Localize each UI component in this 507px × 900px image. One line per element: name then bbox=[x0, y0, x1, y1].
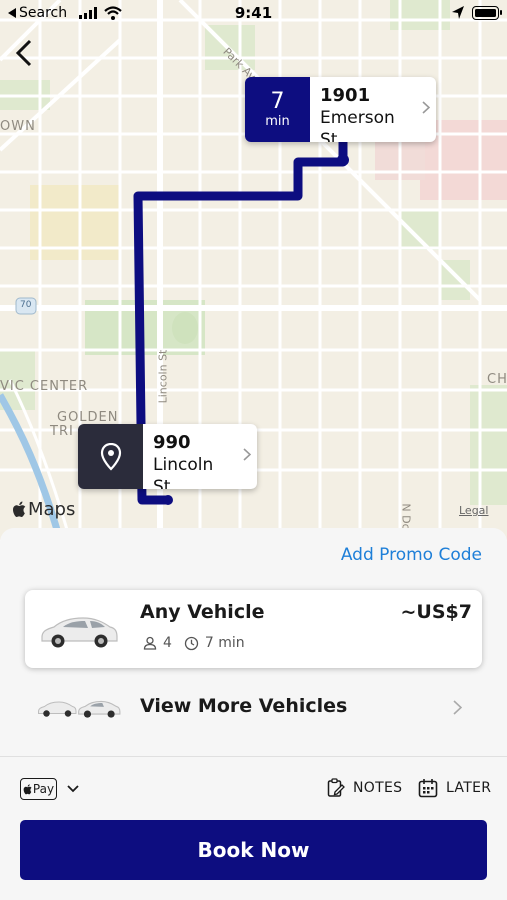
view-more-vehicles-label: View More Vehicles bbox=[140, 695, 348, 717]
eta-unit: min bbox=[265, 113, 290, 129]
notes-icon bbox=[327, 778, 345, 797]
apple-logo-icon bbox=[23, 783, 32, 794]
legal-link[interactable]: Legal bbox=[459, 504, 488, 517]
apple-pay-label: Pay bbox=[32, 782, 55, 796]
battery-icon bbox=[472, 6, 502, 20]
vehicle-price: ~US$7 bbox=[400, 601, 472, 623]
schedule-later-button[interactable]: LATER bbox=[418, 778, 491, 798]
map-label-civic-center: VIC CENTER bbox=[0, 379, 89, 394]
route-shield: 70 bbox=[20, 300, 32, 310]
map-pin-icon bbox=[100, 442, 121, 471]
multiple-cars-icon bbox=[38, 700, 121, 718]
origin-street: Lincoln St bbox=[153, 455, 214, 489]
destination-number: 1901 bbox=[320, 85, 371, 106]
vehicle-option-card[interactable]: Any Vehicle ~US$7 4 7 min bbox=[25, 590, 482, 668]
chevron-right-icon bbox=[243, 448, 251, 461]
later-label: LATER bbox=[446, 780, 492, 796]
person-icon bbox=[143, 636, 157, 650]
map-street-lincoln-st: Lincoln St bbox=[156, 349, 170, 404]
apple-pay-badge: Pay bbox=[20, 778, 57, 800]
view-more-vehicles-row[interactable]: View More Vehicles bbox=[25, 680, 482, 736]
status-time: 9:41 bbox=[234, 4, 273, 22]
back-arrow-icon[interactable] bbox=[12, 36, 38, 70]
status-bar: Search 9:41 bbox=[0, 0, 507, 28]
chevron-right-icon bbox=[422, 101, 430, 114]
destination-callout[interactable]: 7 min 1901 Emerson St bbox=[245, 77, 436, 142]
sheet-divider bbox=[0, 756, 507, 757]
notes-button[interactable]: NOTES bbox=[327, 778, 402, 798]
notes-label: NOTES bbox=[353, 780, 403, 796]
vehicle-seats: 4 bbox=[163, 635, 172, 651]
origin-number: 990 bbox=[153, 432, 191, 453]
vehicle-eta: 7 min bbox=[204, 635, 245, 651]
origin-callout[interactable]: 990 Lincoln St bbox=[78, 424, 257, 489]
eta-value: 7 bbox=[270, 88, 285, 114]
book-now-button[interactable]: Book Now bbox=[20, 820, 487, 880]
location-arrow-icon bbox=[452, 6, 464, 19]
chevron-down-icon bbox=[67, 785, 79, 793]
ride-options-sheet: Add Promo Code Any Vehicle ~US$7 4 7 min bbox=[0, 528, 507, 900]
map-label-own: OWN bbox=[0, 119, 36, 134]
eta-badge: 7 min bbox=[245, 77, 310, 142]
map-label-chi: CH bbox=[487, 372, 507, 387]
calendar-icon bbox=[418, 779, 438, 798]
payment-method-selector[interactable]: Pay bbox=[20, 778, 79, 800]
pickup-badge bbox=[78, 424, 143, 489]
apple-logo-icon bbox=[13, 501, 26, 517]
map-label-golden: GOLDEN bbox=[57, 410, 119, 425]
map-view[interactable]: OWN VIC CENTER GOLDEN TRI CH Park Ave Li… bbox=[0, 0, 507, 540]
map-label-tri: TRI bbox=[50, 424, 74, 439]
map-street-n-dc: N Dc bbox=[399, 503, 413, 530]
chevron-right-icon bbox=[453, 700, 462, 715]
maps-label: Maps bbox=[28, 499, 76, 520]
add-promo-code-link[interactable]: Add Promo Code bbox=[341, 545, 482, 565]
vehicle-name: Any Vehicle bbox=[140, 601, 265, 623]
apple-maps-attribution: Maps bbox=[12, 499, 75, 520]
car-icon bbox=[41, 617, 118, 648]
clock-icon bbox=[184, 636, 199, 650]
destination-street: Emerson St bbox=[320, 108, 395, 142]
